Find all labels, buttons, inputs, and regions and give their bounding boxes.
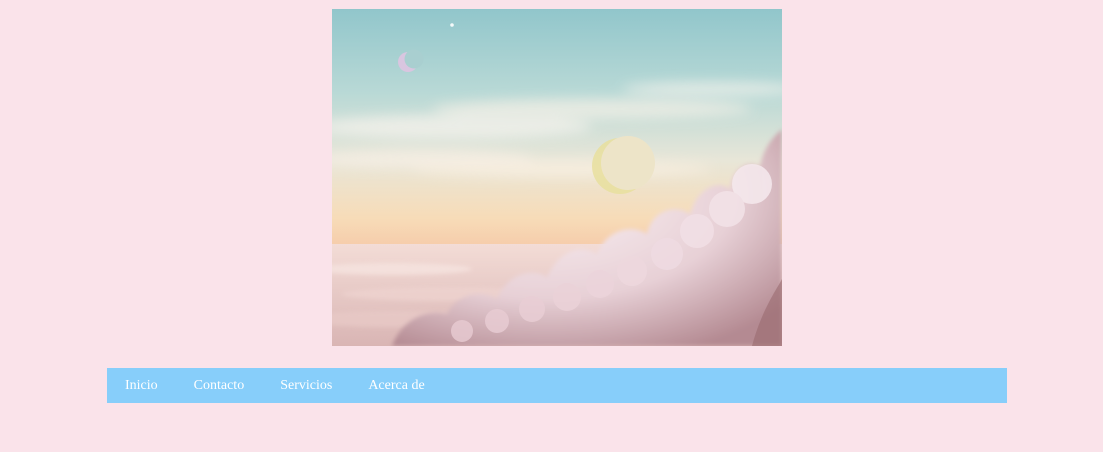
- hero-image-graphic: [332, 9, 782, 346]
- nav-item-inicio[interactable]: Inicio: [125, 368, 158, 403]
- nav-item-acerca-de[interactable]: Acerca de: [368, 368, 424, 403]
- main-nav: Inicio Contacto Servicios Acerca de: [107, 368, 1007, 403]
- page: Inicio Contacto Servicios Acerca de: [0, 0, 1103, 452]
- nav-item-contacto[interactable]: Contacto: [194, 368, 245, 403]
- nav-item-servicios[interactable]: Servicios: [280, 368, 332, 403]
- hero-image: [332, 9, 782, 346]
